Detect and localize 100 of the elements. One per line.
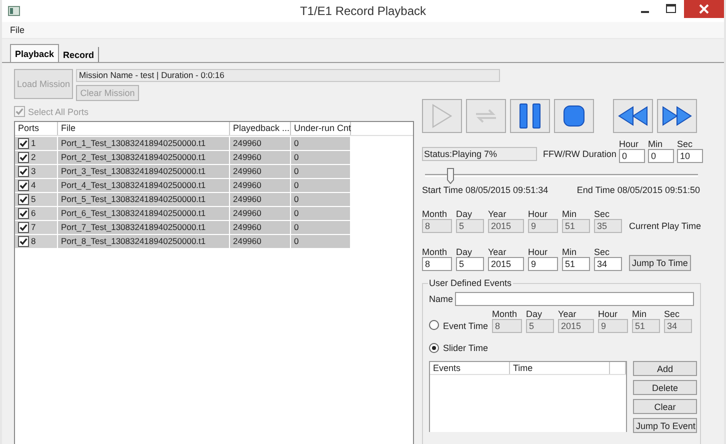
column-header[interactable]: Playedback ... <box>230 122 291 135</box>
field-label: Hour <box>598 309 619 319</box>
checkbox[interactable] <box>18 166 29 177</box>
table-cell: 249960 <box>230 137 291 150</box>
table-cell: 249960 <box>230 221 291 234</box>
port-number: 8 <box>31 235 36 248</box>
status-field: Status:Playing 7% <box>422 147 537 161</box>
forward-button[interactable] <box>657 99 697 133</box>
pause-button[interactable] <box>510 99 550 133</box>
field-label: Day <box>456 247 474 257</box>
end-time-label: End Time 08/05/2015 09:51:50 <box>576 185 700 195</box>
time-field[interactable]: 10 <box>677 149 703 163</box>
table-cell: Port_7_Test_130832418940250000.t1 <box>58 221 230 234</box>
table-cell: 0 <box>291 151 351 164</box>
play-icon <box>431 104 453 128</box>
name-label: Name <box>429 294 454 304</box>
table-cell: 0 <box>291 179 351 192</box>
rewind-button[interactable] <box>613 99 653 133</box>
close-icon[interactable] <box>684 0 724 18</box>
checkbox-label: Select All Ports <box>28 106 89 116</box>
time-field[interactable]: 5 <box>456 257 484 271</box>
event-button[interactable]: Delete <box>633 380 697 395</box>
field-label: Sec <box>594 209 611 219</box>
table-cell: 0 <box>291 165 351 178</box>
column-header[interactable]: Events <box>430 362 510 374</box>
radio-button[interactable] <box>429 343 439 353</box>
port-number: 1 <box>31 137 36 150</box>
jump-to-time-button[interactable]: Jump To Time <box>629 255 691 271</box>
radio-label: Slider Time <box>443 342 488 355</box>
tab[interactable]: Playback <box>10 44 60 62</box>
table-cell: Port_3_Test_130832418940250000.t1 <box>58 165 230 178</box>
table-cell: Port_5_Test_130832418940250000.t1 <box>58 193 230 206</box>
table-cell: 249960 <box>230 235 291 248</box>
time-field[interactable]: 2015 <box>488 257 524 271</box>
table-cell: 249960 <box>230 151 291 164</box>
field-label: Year <box>488 247 508 257</box>
column-header[interactable]: Time <box>510 362 610 374</box>
checkbox[interactable] <box>18 236 29 247</box>
field-label: Day <box>526 309 544 319</box>
field-label: Sec <box>664 309 681 319</box>
table-cell: Port_2_Test_130832418940250000.t1 <box>58 151 230 164</box>
checkbox[interactable] <box>18 208 29 219</box>
time-field[interactable]: 0 <box>648 149 674 163</box>
field-label: Min <box>562 209 578 219</box>
table-cell: 249960 <box>230 193 291 206</box>
table-cell: 249960 <box>230 207 291 220</box>
field-label: Hour <box>619 139 640 149</box>
table-cell: 0 <box>291 235 351 248</box>
port-number: 2 <box>31 151 36 164</box>
column-header[interactable]: Under-run Cnt <box>291 122 351 135</box>
time-field[interactable]: 34 <box>594 257 622 271</box>
group-title: User Defined Events <box>428 278 513 288</box>
time-field[interactable]: 51 <box>562 257 590 271</box>
time-field[interactable]: 9 <box>528 257 558 271</box>
field-label: Sec <box>677 139 694 149</box>
checkbox[interactable] <box>18 138 29 149</box>
checkbox[interactable] <box>18 180 29 191</box>
checkbox[interactable] <box>18 194 29 205</box>
column-header[interactable]: File <box>58 122 230 135</box>
pause-icon <box>519 103 541 129</box>
field-label: Min <box>632 309 648 319</box>
table-cell: 0 <box>291 207 351 220</box>
table-cell: 0 <box>291 193 351 206</box>
start-time-label: Start Time 08/05/2015 09:51:34 <box>422 185 548 195</box>
slider-track[interactable] <box>422 167 698 185</box>
field-label: Min <box>562 247 578 257</box>
field-label: Min <box>648 139 664 149</box>
table-cell: Port_1_Test_130832418940250000.t1 <box>58 137 230 150</box>
field-label: Day <box>456 209 474 219</box>
rewind-icon <box>618 106 648 126</box>
port-number: 5 <box>31 193 36 206</box>
checkbox[interactable] <box>18 152 29 163</box>
time-field[interactable]: 8 <box>422 257 452 271</box>
port-number: 3 <box>31 165 36 178</box>
field-label: Month <box>492 309 518 319</box>
field-label: Sec <box>594 247 611 257</box>
table-cell: Port_4_Test_130832418940250000.t1 <box>58 179 230 192</box>
time-field[interactable]: 0 <box>619 149 645 163</box>
menu-item[interactable]: File <box>10 25 25 35</box>
field-label: Year <box>488 209 508 219</box>
event-button[interactable]: Add <box>633 361 697 376</box>
radio-label: Event Time <box>443 320 488 333</box>
port-number: 4 <box>31 179 36 192</box>
table-cell: 249960 <box>230 179 291 192</box>
column-header[interactable]: Ports <box>15 122 58 135</box>
field-label: Year <box>558 309 578 319</box>
checkbox[interactable] <box>18 222 29 233</box>
mission-info-field: Mission Name - test | Duration - 0:0:16 <box>76 69 500 82</box>
event-button[interactable]: Clear <box>633 399 697 414</box>
event-button[interactable]: Jump To Event <box>633 418 697 433</box>
radio-button[interactable] <box>429 320 439 330</box>
stop-button[interactable] <box>554 99 594 133</box>
port-number: 6 <box>31 207 36 220</box>
table-cell: 0 <box>291 137 351 150</box>
slider-thumb[interactable] <box>446 168 454 184</box>
table-cell: 0 <box>291 221 351 234</box>
port-number: 7 <box>31 221 36 234</box>
stop-icon <box>563 105 585 127</box>
name-field[interactable] <box>455 292 694 306</box>
table-cell: 249960 <box>230 165 291 178</box>
